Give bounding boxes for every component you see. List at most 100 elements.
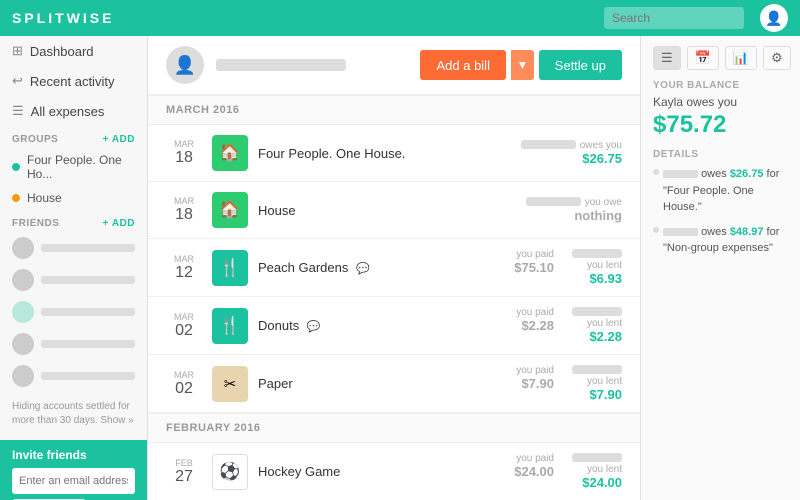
detail-text: owes $48.97 for "Non-group expenses" (663, 224, 788, 257)
amount-col: you paid $2.28 (516, 307, 554, 344)
activity-desc: Peach Gardens 💬 (258, 260, 514, 275)
friend-name-bar (41, 244, 135, 252)
name-blur-bar (572, 365, 622, 374)
amount-col: you lent $2.28 (572, 307, 622, 344)
activity-icon: 🍴 (212, 308, 248, 344)
chat-icon: 💬 (307, 321, 321, 333)
activity-date: MAR 02 (166, 312, 202, 340)
friend-avatar (12, 237, 34, 259)
activity-icon: 🏠 (212, 135, 248, 171)
detail-item-2: owes $48.97 for "Non-group expenses" (653, 224, 788, 257)
sidebar-friend-5[interactable] (0, 360, 147, 392)
friend-avatar (12, 269, 34, 291)
center-actions: Add a bill ▾ Settle up (420, 50, 622, 80)
activity-date: FEB 27 (166, 458, 202, 486)
activity-desc: Four People. One House. (258, 146, 521, 161)
friend-name-bar (41, 340, 135, 348)
friend-avatar (12, 333, 34, 355)
friend-name-bar (41, 372, 135, 380)
sidebar: ⊞ Dashboard ↩ Recent activity ☰ All expe… (0, 36, 148, 500)
amount-col: you lent $6.93 (572, 249, 622, 286)
amount-col: you paid $24.00 (514, 453, 554, 490)
friend-avatar (12, 365, 34, 387)
invite-section: Invite friends Send invite f Share 🐦 Twe… (0, 440, 147, 500)
amount-col: you paid $75.10 (514, 249, 554, 286)
name-blur-bar (572, 453, 622, 462)
panel-chart-icon-button[interactable]: 📊 (725, 46, 757, 70)
name-blur-bar (521, 140, 576, 149)
group-name-bar (216, 59, 346, 71)
logo: SPLITWISE (12, 10, 114, 26)
activity-date: MAR 12 (166, 254, 202, 282)
amount-col: you lent $7.90 (572, 365, 622, 402)
activity-date: MAR 18 (166, 139, 202, 167)
sidebar-friend-3[interactable] (0, 296, 147, 328)
activity-row[interactable]: MAR 18 🏠 House you owe nothing (148, 182, 640, 239)
settle-up-button[interactable]: Settle up (539, 50, 622, 80)
activity-desc: Paper (258, 376, 516, 391)
name-blur-bar (572, 307, 622, 316)
user-avatar[interactable]: 👤 (760, 4, 788, 32)
activity-amounts: you owe nothing (526, 197, 622, 223)
panel-calendar-icon-button[interactable]: 📅 (687, 46, 719, 70)
friend-avatar (12, 301, 34, 323)
sidebar-item-dashboard[interactable]: ⊞ Dashboard (0, 36, 147, 66)
balance-section-label: YOUR BALANCE (653, 80, 788, 91)
invite-title: Invite friends (12, 448, 135, 462)
recent-icon: ↩ (12, 73, 23, 89)
center-header: 👤 Add a bill ▾ Settle up (148, 36, 640, 95)
add-bill-button[interactable]: Add a bill (420, 50, 505, 80)
activity-row[interactable]: MAR 02 ✂ Paper you paid $7.90 you lent $… (148, 355, 640, 413)
add-friend-link[interactable]: + add (103, 218, 135, 229)
search-input[interactable] (604, 7, 744, 29)
activity-row[interactable]: MAR 12 🍴 Peach Gardens 💬 you paid $75.10… (148, 239, 640, 297)
list-icon: ☰ (12, 103, 24, 119)
name-blur-bar (526, 197, 581, 206)
panel-list-icon-button[interactable]: ☰ (653, 46, 681, 70)
topbar: SPLITWISE 👤 (0, 0, 800, 36)
balance-amount: $75.72 (653, 111, 788, 139)
sidebar-item-four-people[interactable]: Four People. One Ho... (0, 148, 147, 186)
groups-section-header: GROUPS + add (0, 126, 147, 148)
sidebar-friend-1[interactable] (0, 232, 147, 264)
sidebar-item-house[interactable]: House (0, 186, 147, 210)
group-color-dot (12, 194, 20, 202)
activity-row[interactable]: MAR 02 🍴 Donuts 💬 you paid $2.28 you len… (148, 297, 640, 355)
activity-desc: Hockey Game (258, 464, 514, 479)
activity-row[interactable]: FEB 27 ⚽ Hockey Game you paid $24.00 you… (148, 443, 640, 500)
person-blur-bar (663, 228, 698, 236)
month-header-march: MARCH 2016 (148, 95, 640, 125)
friend-name-bar (41, 308, 135, 316)
panel-settings-icon-button[interactable]: ⚙ (763, 46, 791, 70)
detail-item-1: owes $26.75 for "Four People. One House.… (653, 166, 788, 216)
sidebar-item-all-expenses[interactable]: ☰ All expenses (0, 96, 147, 126)
detail-bullet (653, 169, 659, 175)
add-bill-dropdown-button[interactable]: ▾ (511, 50, 534, 80)
amount-col: you lent $24.00 (572, 453, 622, 490)
sidebar-friend-2[interactable] (0, 264, 147, 296)
activity-icon: 🏠 (212, 192, 248, 228)
dashboard-icon: ⊞ (12, 43, 23, 59)
activity-amounts: owes you $26.75 (521, 140, 622, 166)
activity-amounts: you paid $7.90 you lent $7.90 (516, 365, 622, 402)
activity-row[interactable]: MAR 18 🏠 Four People. One House. owes yo… (148, 125, 640, 182)
panel-icon-bar: ☰ 📅 📊 ⚙ (653, 46, 788, 70)
center-panel: 👤 Add a bill ▾ Settle up MARCH 2016 MAR … (148, 36, 640, 500)
right-panel: ☰ 📅 📊 ⚙ YOUR BALANCE Kayla owes you $75.… (640, 36, 800, 500)
amount-col: owes you $26.75 (521, 140, 622, 166)
amount-col: you paid $7.90 (516, 365, 554, 402)
sidebar-notice: Hiding accounts settled for more than 30… (0, 392, 147, 436)
details-section-label: DETAILS (653, 149, 788, 160)
balance-person-label: Kayla owes you (653, 95, 788, 109)
activity-amounts: you paid $24.00 you lent $24.00 (514, 453, 622, 490)
sidebar-friend-4[interactable] (0, 328, 147, 360)
activity-desc: Donuts 💬 (258, 318, 516, 333)
main-layout: ⊞ Dashboard ↩ Recent activity ☰ All expe… (0, 36, 800, 500)
activity-icon: ✂ (212, 366, 248, 402)
invite-email-input[interactable] (12, 468, 135, 494)
add-group-link[interactable]: + add (103, 134, 135, 145)
activity-date: MAR 18 (166, 196, 202, 224)
sidebar-item-recent[interactable]: ↩ Recent activity (0, 66, 147, 96)
person-blur-bar (663, 170, 698, 178)
chat-icon: 💬 (356, 263, 370, 275)
